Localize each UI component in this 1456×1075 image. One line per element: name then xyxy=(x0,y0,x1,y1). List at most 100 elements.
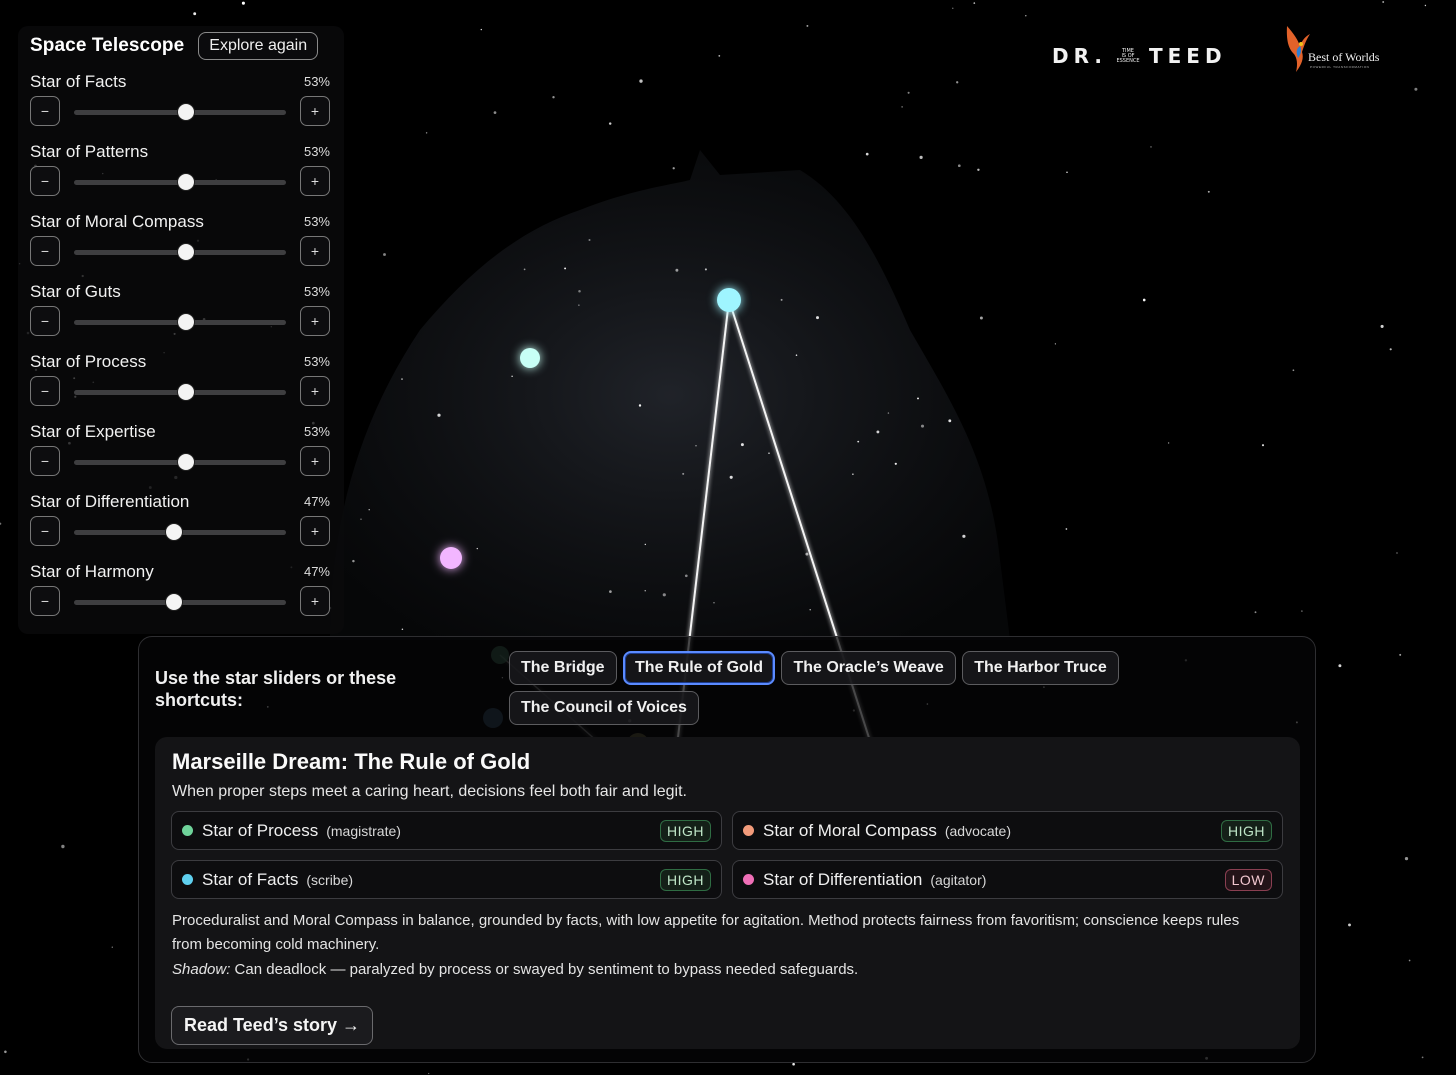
slider-thumb[interactable] xyxy=(177,173,196,191)
background-star xyxy=(977,168,980,172)
background-star xyxy=(729,475,733,479)
background-star xyxy=(768,452,770,454)
background-star xyxy=(852,473,854,475)
trait-level-badge: HIGH xyxy=(660,820,711,842)
trait-color-dot xyxy=(182,825,193,836)
background-star xyxy=(552,96,555,99)
decrease-button[interactable]: − xyxy=(30,96,60,126)
background-star xyxy=(917,397,919,400)
telescope-panel: Space Telescope Explore again Star of Fa… xyxy=(18,26,344,634)
background-star xyxy=(638,404,642,407)
slider-track[interactable] xyxy=(74,593,286,611)
chip-the-council-of-voices[interactable]: The Council of Voices xyxy=(509,691,699,725)
decrease-button[interactable]: − xyxy=(30,376,60,406)
slider-thumb[interactable] xyxy=(164,593,183,611)
background-star xyxy=(644,590,646,592)
background-star xyxy=(1065,528,1068,530)
background-star xyxy=(1414,87,1418,91)
background-star xyxy=(1167,442,1170,444)
shadow-label: Shadow: xyxy=(172,961,231,978)
background-star xyxy=(1404,856,1409,861)
star-slider-row: Star of Differentiation 47% − + xyxy=(30,492,330,562)
background-star xyxy=(493,111,497,114)
background-star xyxy=(684,574,688,578)
increase-button[interactable]: + xyxy=(300,166,330,196)
background-star xyxy=(672,167,675,170)
background-star xyxy=(718,54,721,57)
background-star xyxy=(1292,369,1295,372)
trait-name: Star of Moral Compass (advocate) xyxy=(763,821,1011,841)
star-slider-label: Star of Expertise xyxy=(30,422,156,441)
trait-role: (magistrate) xyxy=(326,823,401,839)
logo-tagline-line: ESSENCE xyxy=(1116,57,1140,64)
background-star xyxy=(740,443,744,447)
background-star xyxy=(193,12,197,16)
best-of-worlds-logo: Best of Worlds POWERFUL TRANSFORMATION xyxy=(1282,24,1402,74)
background-star xyxy=(425,132,428,134)
background-star xyxy=(1254,611,1257,614)
background-star xyxy=(695,445,697,447)
decrease-button[interactable]: − xyxy=(30,236,60,266)
chip-the-bridge[interactable]: The Bridge xyxy=(509,651,617,685)
slider-track[interactable] xyxy=(74,523,286,541)
decrease-button[interactable]: − xyxy=(30,446,60,476)
star-mint xyxy=(520,348,540,368)
panel-header: Space Telescope Explore again xyxy=(30,32,319,60)
background-star xyxy=(901,106,903,108)
trait-name-text: Star of Differentiation xyxy=(763,870,923,889)
increase-button[interactable]: + xyxy=(300,306,330,336)
star-slider-percent: 53% xyxy=(303,74,330,89)
logo-name: Best of Worlds xyxy=(1308,50,1380,64)
slider-thumb[interactable] xyxy=(177,243,196,261)
increase-button[interactable]: + xyxy=(300,516,330,546)
trait-color-dot xyxy=(182,874,193,885)
slider-thumb[interactable] xyxy=(177,383,196,401)
decrease-button[interactable]: − xyxy=(30,586,60,616)
star-slider-row: Star of Harmony 47% − + xyxy=(30,562,330,632)
background-star xyxy=(956,81,959,84)
increase-button[interactable]: + xyxy=(300,236,330,266)
increase-button[interactable]: + xyxy=(300,96,330,126)
background-star xyxy=(523,268,526,271)
background-star xyxy=(608,122,612,125)
background-star xyxy=(919,155,923,159)
slider-track[interactable] xyxy=(74,453,286,471)
slider-thumb[interactable] xyxy=(177,313,196,331)
slider-track[interactable] xyxy=(74,313,286,331)
slider-thumb[interactable] xyxy=(177,103,196,121)
trait-star-of-facts: Star of Facts (scribe) HIGH xyxy=(171,860,722,899)
decrease-button[interactable]: − xyxy=(30,166,60,196)
chip-the-rule-of-gold[interactable]: The Rule of Gold xyxy=(623,651,776,685)
background-star xyxy=(675,268,679,272)
decrease-button[interactable]: − xyxy=(30,516,60,546)
background-star xyxy=(1399,653,1402,656)
background-star xyxy=(894,462,897,465)
background-star xyxy=(588,238,591,242)
star-slider-label: Star of Guts xyxy=(30,282,121,301)
trait-name: Star of Process (magistrate) xyxy=(202,821,401,841)
trait-level-badge: HIGH xyxy=(660,869,711,891)
background-star xyxy=(809,608,811,611)
increase-button[interactable]: + xyxy=(300,446,330,476)
slider-track[interactable] xyxy=(74,243,286,261)
increase-button[interactable]: + xyxy=(300,586,330,616)
decrease-button[interactable]: − xyxy=(30,306,60,336)
read-story-button[interactable]: Read Teed’s story → xyxy=(171,1006,374,1045)
star-slider-row: Star of Expertise 53% − + xyxy=(30,422,330,492)
increase-button[interactable]: + xyxy=(300,376,330,406)
slider-thumb[interactable] xyxy=(177,453,196,471)
slider-track[interactable] xyxy=(74,103,286,121)
background-star xyxy=(368,509,370,511)
explore-again-button[interactable]: Explore again xyxy=(198,32,319,60)
star-slider-percent: 47% xyxy=(303,494,330,509)
slider-track[interactable] xyxy=(74,173,286,191)
background-star xyxy=(907,91,910,94)
slider-thumb[interactable] xyxy=(164,523,183,541)
background-star xyxy=(401,378,403,381)
slider-track[interactable] xyxy=(74,383,286,401)
trait-star-of-differentiation: Star of Differentiation (agitator) LOW xyxy=(732,860,1283,899)
chip-the-harbor-truce[interactable]: The Harbor Truce xyxy=(962,651,1119,685)
background-star xyxy=(816,316,819,320)
chip-the-oracles-weave[interactable]: The Oracle’s Weave xyxy=(781,651,956,685)
trait-color-dot xyxy=(743,825,754,836)
